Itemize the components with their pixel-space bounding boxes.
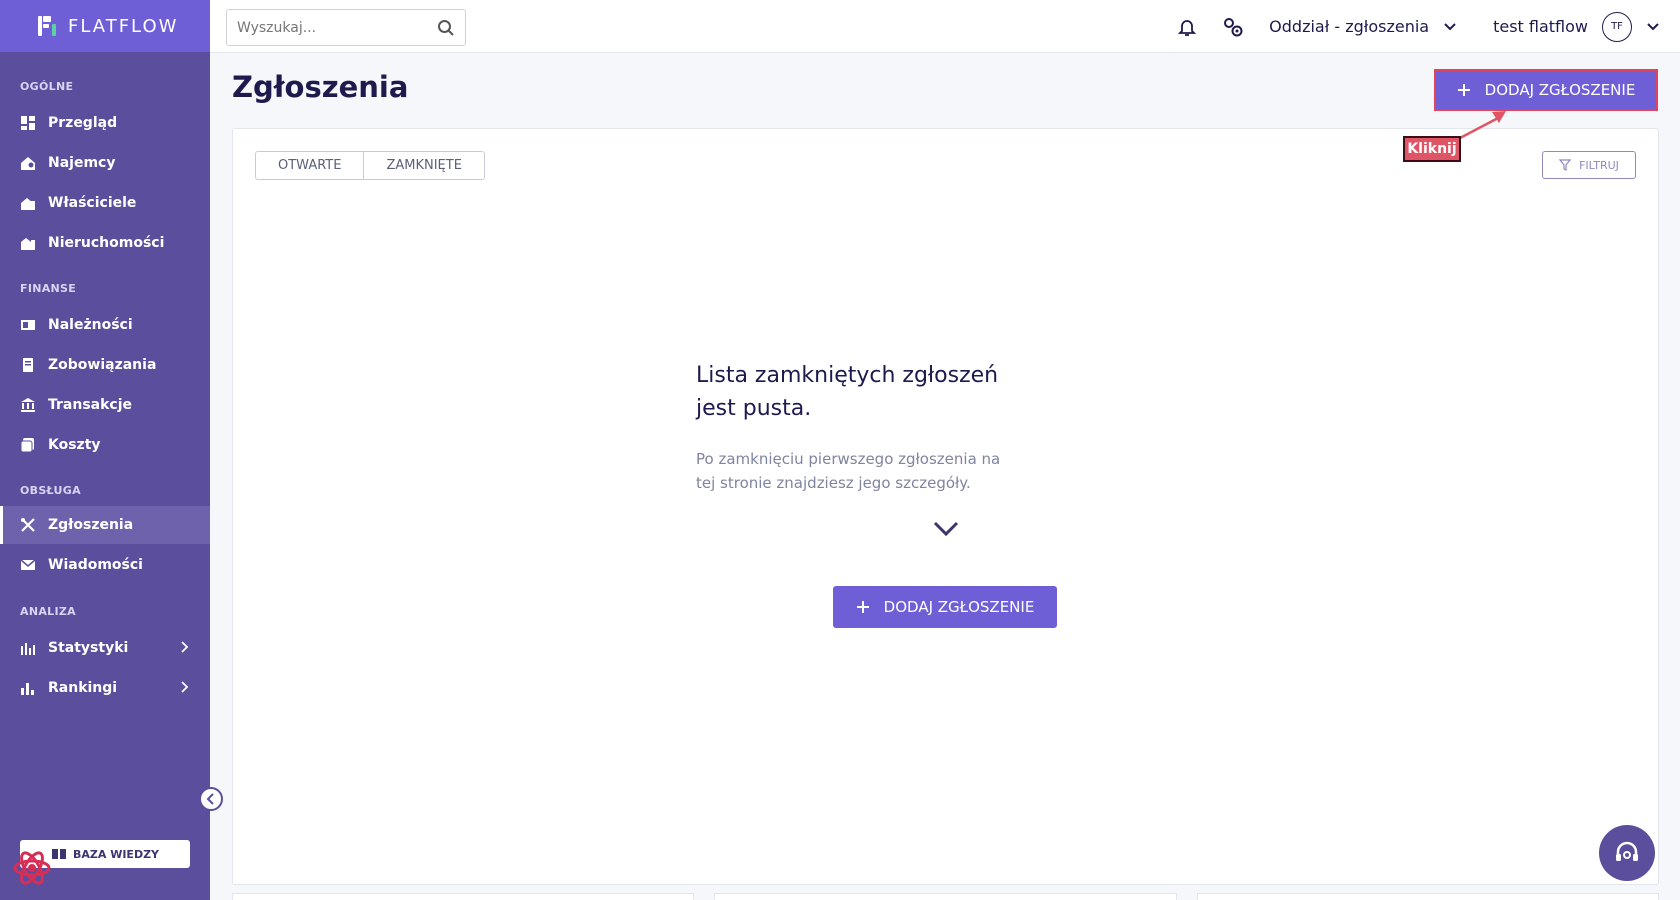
bottom-card xyxy=(232,893,695,900)
page-title: Zgłoszenia xyxy=(232,70,409,104)
sidebar-item-label: Rankingi xyxy=(48,680,118,696)
sidebar-item-overview[interactable]: Przegląd xyxy=(0,104,210,142)
tab-closed[interactable]: ZAMKNIĘTE xyxy=(363,152,483,179)
sidebar-item-label: Należności xyxy=(48,317,133,333)
sidebar-item-rankings[interactable]: Rankingi xyxy=(0,669,210,707)
sidebar-item-label: Wiadomości xyxy=(48,557,143,573)
sidebar-item-liabilities[interactable]: Zobowiązania xyxy=(0,346,210,384)
chevron-right-icon xyxy=(181,641,189,653)
plus-icon xyxy=(1457,84,1470,96)
bottom-card xyxy=(714,893,1177,900)
sidebar-item-label: Nieruchomości xyxy=(48,235,165,251)
annotation-label: Kliknij xyxy=(1403,136,1461,162)
tools-icon xyxy=(21,518,35,532)
brand-name: FLATFLOW xyxy=(68,15,179,37)
requests-card: OTWARTE ZAMKNIĘTE FILTRUJ Lista zamknięt… xyxy=(232,128,1659,885)
sidebar-item-owners[interactable]: Właściciele xyxy=(0,184,210,222)
bank-icon xyxy=(21,398,35,412)
search-box[interactable] xyxy=(226,9,466,46)
branch-selector[interactable]: Oddział - zgłoszenia xyxy=(1269,17,1429,36)
sidebar: FLATFLOW OGÓLNE Przegląd Najemcy Właścic… xyxy=(0,0,210,900)
headset-icon xyxy=(1616,841,1638,861)
add-request-label: DODAJ ZGŁOSZENIE xyxy=(1484,81,1636,99)
empty-title-line: jest pusta. xyxy=(696,396,812,421)
empty-desc-line: Po zamknięciu pierwszego zgłoszenia na xyxy=(696,450,1001,468)
book-icon xyxy=(51,849,66,859)
properties-icon xyxy=(21,238,35,250)
chevron-down-icon xyxy=(933,521,959,537)
add-request-button-empty[interactable]: DODAJ ZGŁOSZENIE xyxy=(833,586,1057,628)
section-title-finance: FINANSE xyxy=(20,282,77,295)
sidebar-item-costs[interactable]: Koszty xyxy=(0,426,210,464)
status-tabs: OTWARTE ZAMKNIĘTE xyxy=(255,151,485,180)
ranking-icon xyxy=(21,683,34,695)
empty-title-line: Lista zamkniętych zgłoszeń xyxy=(696,363,999,388)
sidebar-item-label: Koszty xyxy=(48,437,101,453)
liabilities-icon xyxy=(23,358,33,372)
section-title-general: OGÓLNE xyxy=(20,80,74,93)
sidebar-item-statistics[interactable]: Statystyki xyxy=(0,629,210,667)
receivables-icon xyxy=(21,320,35,330)
empty-desc-line: tej stronie znajdziesz jego szczegóły. xyxy=(696,474,971,492)
sidebar-item-label: Zgłoszenia xyxy=(48,517,134,533)
section-title-service: OBSŁUGA xyxy=(20,484,81,497)
owners-icon xyxy=(21,198,35,210)
add-request-button[interactable]: DODAJ ZGŁOSZENIE xyxy=(1434,69,1658,111)
empty-state-title: Lista zamkniętych zgłoszeń jest pusta. xyxy=(696,359,1196,425)
filter-button[interactable]: FILTRUJ xyxy=(1542,151,1636,179)
flatflow-logo-icon xyxy=(38,16,58,36)
sidebar-item-label: Zobowiązania xyxy=(48,357,157,373)
costs-icon xyxy=(20,438,34,453)
bell-icon[interactable] xyxy=(1177,17,1197,37)
search-input[interactable] xyxy=(237,19,417,36)
sidebar-item-label: Najemcy xyxy=(48,155,116,171)
bottom-card xyxy=(1196,893,1659,900)
search-icon xyxy=(438,19,454,36)
section-title-analysis: ANALIZA xyxy=(20,605,76,618)
sidebar-item-transactions[interactable]: Transakcje xyxy=(0,386,210,424)
sidebar-item-label: Statystyki xyxy=(48,640,129,656)
filter-label: FILTRUJ xyxy=(1579,158,1619,172)
sidebar-item-label: Transakcje xyxy=(48,397,133,413)
sidebar-item-messages[interactable]: Wiadomości xyxy=(0,546,210,584)
mail-icon xyxy=(20,559,36,570)
topbar: Oddział - zgłoszenia test flatflow TF xyxy=(210,0,1680,53)
sidebar-item-receivables[interactable]: Należności xyxy=(0,306,210,344)
support-chat-button[interactable] xyxy=(1599,825,1655,881)
avatar[interactable]: TF xyxy=(1602,11,1632,42)
sidebar-item-label: Przegląd xyxy=(48,115,118,131)
filter-icon xyxy=(1559,159,1572,171)
tab-open[interactable]: OTWARTE xyxy=(256,152,363,179)
chevron-left-icon xyxy=(206,793,214,805)
chevron-down-icon[interactable] xyxy=(1443,22,1457,32)
tenants-icon xyxy=(21,157,35,170)
topbar-right: Oddział - zgłoszenia test flatflow TF xyxy=(1177,0,1660,53)
brand-logo[interactable]: FLATFLOW xyxy=(0,0,210,52)
knowledge-base-label: BAZA WIEDZY xyxy=(72,847,160,861)
stats-icon xyxy=(21,643,35,655)
add-request-label: DODAJ ZGŁOSZENIE xyxy=(883,598,1035,616)
empty-state-description: Po zamknięciu pierwszego zgłoszenia na t… xyxy=(696,447,1196,495)
chevron-right-icon xyxy=(181,681,189,693)
sidebar-collapse-button[interactable] xyxy=(199,787,223,811)
chevron-down-icon[interactable] xyxy=(1646,22,1660,32)
dashboard-icon xyxy=(21,116,35,130)
sidebar-item-tenants[interactable]: Najemcy xyxy=(0,144,210,182)
sidebar-item-properties[interactable]: Nieruchomości xyxy=(0,224,210,262)
plus-icon xyxy=(856,601,869,613)
settings-gears-icon[interactable] xyxy=(1221,16,1245,38)
user-name[interactable]: test flatflow xyxy=(1493,17,1588,36)
bottom-cards xyxy=(232,893,1659,900)
sidebar-item-label: Właściciele xyxy=(48,195,137,211)
sidebar-item-requests[interactable]: Zgłoszenia xyxy=(0,506,210,544)
react-devtools-icon[interactable] xyxy=(12,848,52,888)
